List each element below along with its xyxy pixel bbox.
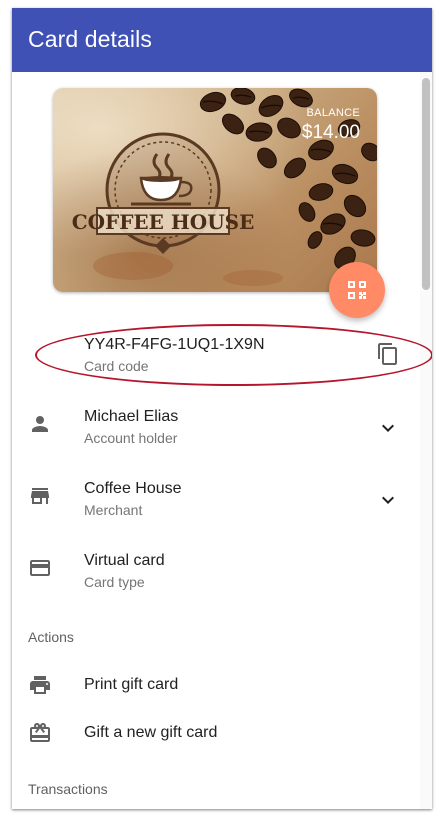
card-details-panel: Card details COFFEE HOUSE BALANCE $14.00… — [12, 8, 432, 809]
person-icon — [32, 416, 48, 432]
print-gift-card-label: Print gift card — [84, 676, 179, 693]
qr-code-button[interactable] — [329, 262, 385, 318]
card-type-value: Virtual card — [84, 552, 165, 569]
card-code-row[interactable]: YY4R-F4FG-1UQ1-1X9N Card code — [12, 330, 420, 386]
merchant-label: Merchant — [84, 502, 143, 518]
app-bar: Card details — [12, 8, 432, 72]
coffee-house-logo-text: COFFEE HOUSE — [72, 210, 255, 234]
credit-card-icon — [30, 560, 50, 576]
gift-new-card-item[interactable]: Gift a new gift card — [12, 712, 420, 756]
account-holder-row[interactable]: Michael Elias Account holder — [12, 400, 420, 456]
transactions-subheader: Transactions — [28, 781, 108, 797]
card-type-row: Virtual card Card type — [12, 544, 420, 600]
gift-card-image: COFFEE HOUSE BALANCE $14.00 — [53, 88, 377, 292]
gift-card-icon — [30, 723, 50, 742]
print-icon — [30, 676, 50, 694]
qr-code-icon — [348, 281, 366, 299]
copy-icon[interactable] — [376, 342, 400, 366]
card-type-label: Card type — [84, 574, 145, 590]
chevron-down-icon[interactable] — [376, 488, 400, 512]
merchant-row[interactable]: Coffee House Merchant — [12, 472, 420, 528]
card-code-value: YY4R-F4FG-1UQ1-1X9N — [84, 336, 265, 353]
account-holder-label: Account holder — [84, 430, 178, 446]
merchant-name: Coffee House — [84, 480, 182, 497]
actions-subheader: Actions — [28, 629, 74, 645]
balance-label: BALANCE — [306, 107, 360, 119]
scrollbar-thumb[interactable] — [422, 78, 430, 290]
account-holder-name: Michael Elias — [84, 408, 179, 425]
page-title: Card details — [28, 26, 152, 52]
gift-new-card-label: Gift a new gift card — [84, 724, 218, 741]
chevron-down-icon[interactable] — [376, 416, 400, 440]
print-gift-card-item[interactable]: Print gift card — [12, 664, 420, 708]
card-code-label: Card code — [84, 358, 149, 374]
balance-value: $14.00 — [301, 122, 360, 143]
store-icon — [31, 488, 49, 504]
